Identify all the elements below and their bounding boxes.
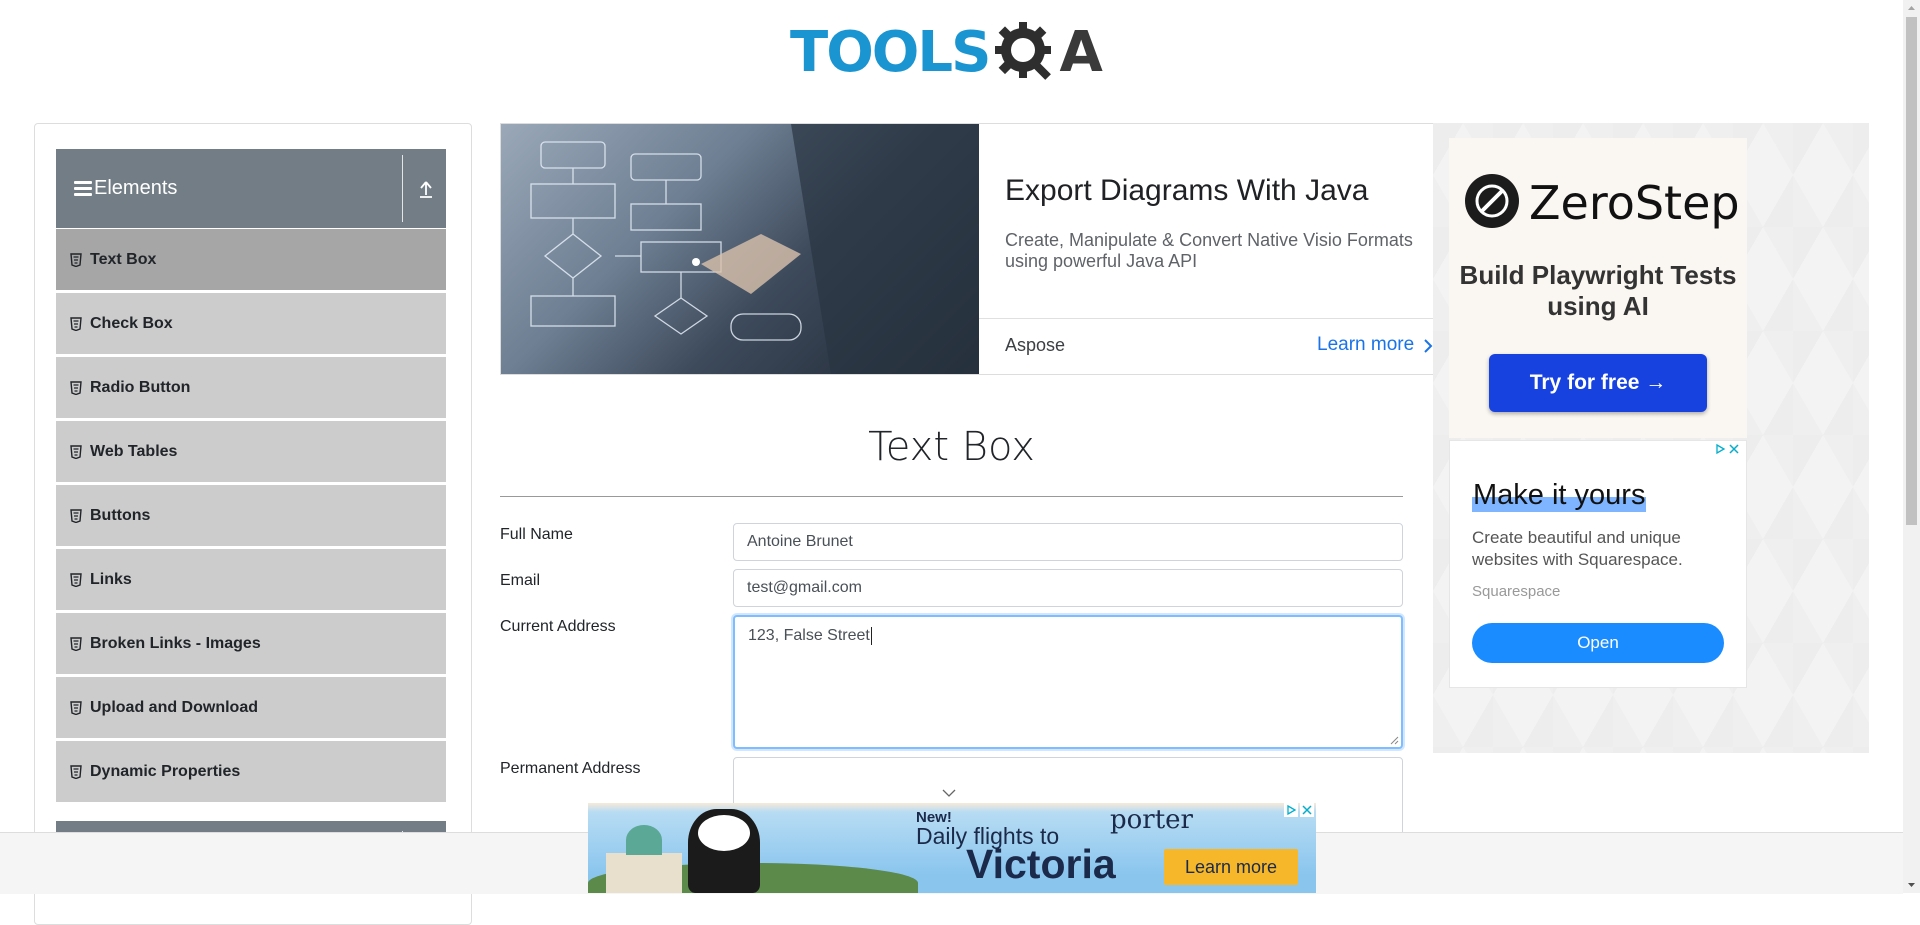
ad-divider [979, 318, 1435, 319]
chevron-down-icon [942, 789, 956, 797]
porter-learn-more-button[interactable]: Learn more [1164, 849, 1298, 885]
sidebar-item-web-tables[interactable]: Web Tables [56, 421, 446, 485]
open-button[interactable]: Open [1472, 623, 1724, 663]
hamburger-icon [74, 178, 92, 199]
title-divider [500, 496, 1403, 497]
logo-text-a: A [1059, 19, 1103, 85]
squarespace-title: Make it yours [1472, 479, 1647, 512]
aspose-ad[interactable]: Export Diagrams With Java Create, Manipu… [500, 123, 1436, 375]
resize-handle-icon[interactable] [1389, 735, 1399, 745]
sidebar-item-label: Upload and Download [90, 698, 258, 716]
html5-icon [70, 316, 82, 331]
toolsqa-logo[interactable]: TOOLS A [790, 14, 1120, 90]
sidebar-item-buttons[interactable]: Buttons [56, 485, 446, 549]
permanent-address-label: Permanent Address [500, 760, 641, 777]
current-address-value: 123, False Street [748, 627, 870, 644]
porter-ad[interactable]: New! Daily flights to Victoria porter Le… [588, 803, 1316, 893]
parliament-building-illustration [606, 853, 682, 893]
chevron-right-icon [1424, 339, 1433, 353]
sidebar-item-links[interactable]: Links [56, 549, 446, 613]
porter-brand: porter [1110, 805, 1193, 835]
scrollbar-thumb[interactable] [1906, 17, 1917, 525]
squarespace-ad[interactable]: Make it yours Create beautiful and uniqu… [1449, 440, 1747, 688]
sidebar-item-dynamic-properties[interactable]: Dynamic Properties [56, 741, 446, 805]
zerostep-tagline: Build Playwright Tests using AI [1459, 260, 1737, 321]
text-caret [870, 627, 872, 645]
html5-icon [70, 444, 82, 459]
sidebar-group-elements[interactable]: Elements [56, 149, 446, 228]
ad-choices[interactable] [1714, 443, 1740, 455]
sidebar-item-radio-button[interactable]: Radio Button [56, 357, 446, 421]
sidebar-item-text-box[interactable]: Text Box [56, 229, 446, 293]
ad-line2: Victoria [966, 841, 1116, 887]
html5-icon [70, 700, 82, 715]
sidebar-menu: Text Box Check Box Radio Button Web Tabl… [56, 229, 446, 805]
full-name-input[interactable]: Antoine Brunet [733, 523, 1403, 561]
ad-choices[interactable] [1284, 803, 1314, 817]
sidebar-item-check-box[interactable]: Check Box [56, 293, 446, 357]
zerostep-brand: ZeroStep [1529, 176, 1740, 230]
squarespace-brand: Squarespace [1472, 583, 1561, 600]
sidebar-item-label: Web Tables [90, 442, 178, 460]
ad-title: Export Diagrams With Java [1005, 174, 1369, 207]
flowchart-illustration [530, 124, 979, 374]
current-address-label: Current Address [500, 618, 616, 635]
page-title: Text Box [868, 424, 1035, 470]
zerostep-ad[interactable]: ZeroStep Build Playwright Tests using AI… [1449, 138, 1747, 438]
ad-learn-more-link[interactable]: Learn more [1317, 334, 1414, 356]
close-icon[interactable] [1300, 803, 1314, 817]
html5-icon [70, 636, 82, 651]
sidebar-item-label: Radio Button [90, 378, 191, 396]
gear-magnifier-icon [995, 22, 1052, 80]
raccoon-face [698, 815, 750, 851]
email-label: Email [500, 572, 541, 589]
adchoices-icon[interactable] [1284, 803, 1298, 817]
current-address-textarea[interactable]: 123, False Street [733, 615, 1403, 749]
sidebar-item-broken-links-images[interactable]: Broken Links - Images [56, 613, 446, 677]
sidebar-group-title: Elements [94, 177, 178, 199]
ad-image-flowchart [501, 124, 979, 374]
group-divider [402, 155, 403, 222]
ad-description: Create, Manipulate & Convert Native Visi… [1005, 230, 1413, 271]
html5-icon [70, 572, 82, 587]
try-for-free-button[interactable]: Try for free → [1489, 354, 1707, 412]
adchoices-icon[interactable] [1714, 443, 1726, 455]
collapse-arrow-icon[interactable] [418, 179, 434, 199]
email-value: test@gmail.com [747, 579, 862, 596]
scroll-down-arrow-icon[interactable] [1903, 876, 1920, 893]
html5-icon [70, 252, 82, 267]
scroll-up-arrow-icon[interactable] [1903, 0, 1920, 17]
ad-brand: Aspose [1005, 335, 1066, 355]
sidebar-item-upload-and-download[interactable]: Upload and Download [56, 677, 446, 741]
sidebar-item-label: Check Box [90, 314, 173, 332]
html5-icon [70, 380, 82, 395]
html5-icon [70, 508, 82, 523]
dome-illustration [626, 825, 662, 855]
full-name-label: Full Name [500, 526, 573, 543]
zerostep-logo-icon [1465, 174, 1519, 228]
email-input[interactable]: test@gmail.com [733, 569, 1403, 607]
squarespace-description: Create beautiful and unique websites wit… [1472, 528, 1683, 569]
close-icon[interactable] [1728, 443, 1740, 455]
html5-icon [70, 764, 82, 779]
sidebar-item-label: Broken Links - Images [90, 634, 261, 652]
logo-text-tools: TOOLS [790, 19, 991, 85]
full-name-value: Antoine Brunet [747, 533, 853, 550]
sidebar-item-label: Buttons [90, 506, 151, 524]
sidebar-item-label: Dynamic Properties [90, 762, 241, 780]
sidebar-item-label: Text Box [90, 250, 157, 268]
sidebar-item-label: Links [90, 570, 132, 588]
